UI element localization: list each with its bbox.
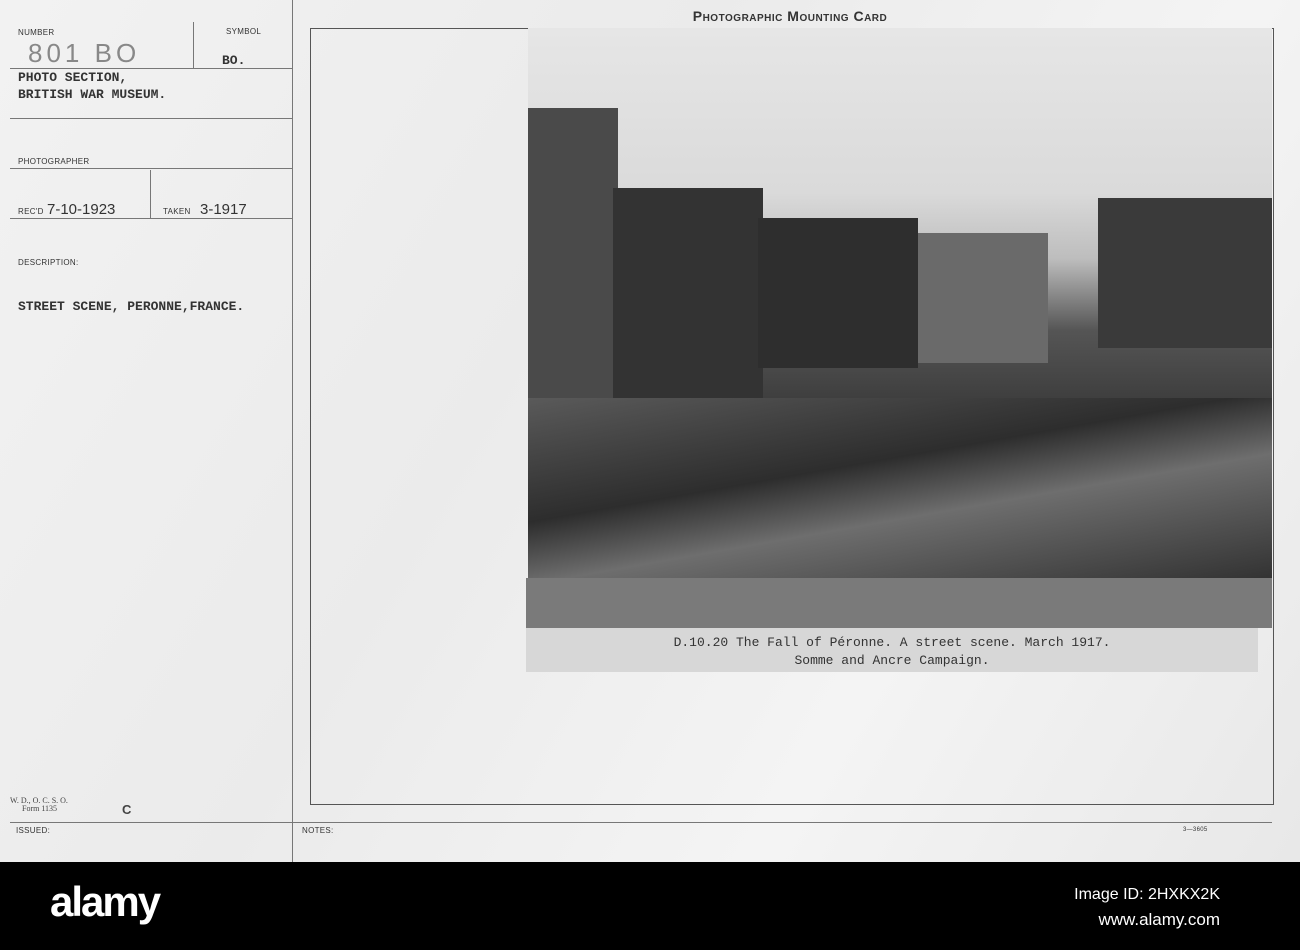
divider (10, 822, 1272, 823)
taken-value: 3-1917 (200, 201, 247, 218)
image-id: Image ID: 2HXKX2K (1074, 886, 1220, 903)
divider (10, 168, 292, 169)
building (1098, 198, 1272, 348)
caption-line-2: Somme and Ancre Campaign. (794, 653, 990, 668)
alamy-logo: alamy (50, 878, 161, 925)
notes-label: NOTES: (302, 826, 334, 835)
description-value: STREET SCENE, PERONNE,FRANCE. (18, 299, 245, 314)
description-label: DESCRIPTION: (18, 258, 79, 267)
alamy-url: www.alamy.com (1098, 910, 1220, 929)
card-title: Photographic Mounting Card (692, 8, 888, 24)
print-code: 3—3605 (1183, 827, 1208, 833)
building (613, 188, 763, 398)
building (918, 233, 1048, 363)
form-letter: C (122, 802, 132, 817)
photo-caption: D.10.20 The Fall of Péronne. A street sc… (526, 628, 1258, 672)
source-line-2: BRITISH WAR MUSEUM. (18, 87, 167, 102)
divider (292, 0, 293, 862)
caption-line-1: D.10.20 The Fall of Péronne. A street sc… (673, 635, 1111, 650)
photo-mount-band (526, 578, 1272, 628)
photographer-label: PHOTOGRAPHER (18, 157, 90, 166)
divider (10, 118, 292, 119)
recd-value: 7-10-1923 (47, 201, 116, 218)
source-line-1: PHOTO SECTION, (18, 70, 128, 85)
recd-label: REC'D (18, 207, 44, 216)
taken-label: TAKEN (163, 207, 191, 216)
war-ruins-photo (528, 28, 1272, 578)
symbol-value: BO. (222, 53, 246, 68)
symbol-label: SYMBOL (226, 27, 262, 36)
divider (10, 218, 292, 219)
building (528, 108, 618, 408)
issued-label: ISSUED: (16, 826, 51, 835)
divider (193, 22, 194, 68)
building (758, 218, 918, 368)
rubble (528, 398, 1272, 578)
form-line-2: Form 1135 (22, 804, 58, 813)
number-value: 801 BO (28, 38, 141, 68)
divider (150, 170, 151, 218)
mounting-card: Photographic Mounting Card NUMBER 801 BO… (0, 0, 1300, 862)
number-label: NUMBER (18, 28, 55, 37)
